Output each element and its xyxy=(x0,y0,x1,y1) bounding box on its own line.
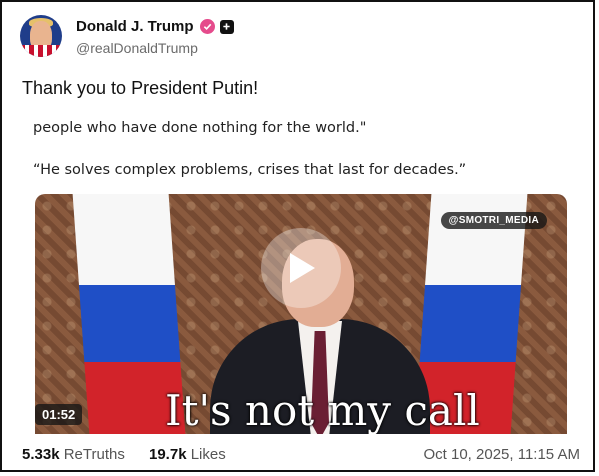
retruths-stat[interactable]: 5.33k ReTruths xyxy=(22,446,125,463)
quote-line: people who have done nothing for the wor… xyxy=(33,120,367,136)
verified-icon xyxy=(199,19,215,34)
post-footer: 5.33k ReTruths 19.7k Likes Oct 10, 2025,… xyxy=(22,446,580,466)
post-card: Donald J. Trump @realDonaldTrump Thank y… xyxy=(0,0,595,472)
plus-icon xyxy=(219,19,234,34)
video-watermark: @SMOTRI_MEDIA xyxy=(440,212,547,229)
display-name[interactable]: Donald J. Trump xyxy=(76,18,194,35)
likes-label: Likes xyxy=(190,446,226,463)
post-media: people who have done nothing for the wor… xyxy=(21,114,579,434)
play-icon xyxy=(290,253,315,283)
video-duration: 01:52 xyxy=(35,404,83,425)
retruths-count: 5.33k xyxy=(22,446,60,463)
video-caption: It's not my call xyxy=(165,386,480,434)
post-text: Thank you to President Putin! xyxy=(22,78,259,98)
post-timestamp[interactable]: Oct 10, 2025, 11:15 AM xyxy=(424,446,581,463)
quote-line: “He solves complex problems, crises that… xyxy=(33,162,467,178)
likes-count: 19.7k xyxy=(149,446,187,463)
avatar[interactable] xyxy=(20,15,62,57)
name-row: Donald J. Trump xyxy=(76,18,234,35)
play-button[interactable] xyxy=(261,228,341,308)
likes-stat[interactable]: 19.7k Likes xyxy=(149,446,226,463)
video-player[interactable]: @SMOTRI_MEDIA It's not my call 01:52 xyxy=(35,194,567,434)
retruths-label: ReTruths xyxy=(63,446,125,463)
user-handle[interactable]: @realDonaldTrump xyxy=(76,40,198,56)
post-header: Donald J. Trump @realDonaldTrump xyxy=(20,15,580,59)
